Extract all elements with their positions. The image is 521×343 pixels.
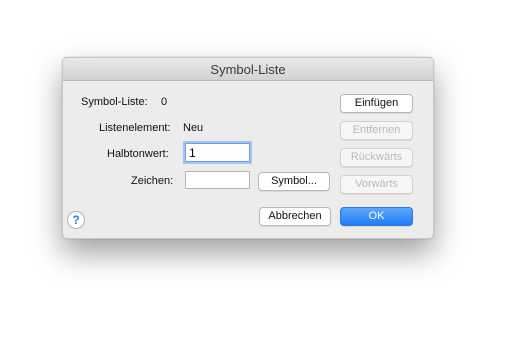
character-label: Zeichen: bbox=[131, 175, 174, 187]
forward-button[interactable]: Vorwärts bbox=[340, 175, 413, 194]
ok-button[interactable]: OK bbox=[340, 207, 413, 226]
backward-button[interactable]: Rückwärts bbox=[340, 148, 413, 167]
help-icon[interactable]: ? bbox=[67, 211, 85, 229]
halftone-label: Halbtonwert: bbox=[107, 148, 169, 160]
remove-button[interactable]: Entfernen bbox=[340, 121, 413, 140]
insert-button[interactable]: Einfügen bbox=[340, 94, 413, 113]
dialog-titlebar: Symbol-Liste bbox=[63, 58, 433, 81]
halftone-input[interactable] bbox=[185, 143, 250, 162]
cancel-button[interactable]: Abbrechen bbox=[259, 207, 331, 226]
dialog-title: Symbol-Liste bbox=[210, 62, 286, 77]
list-element-label: Listenelement: bbox=[99, 122, 171, 134]
symbol-button[interactable]: Symbol... bbox=[258, 172, 330, 191]
symbol-list-label: Symbol-Liste: bbox=[81, 96, 148, 108]
list-element-value: Neu bbox=[183, 122, 204, 134]
character-input[interactable] bbox=[185, 171, 250, 189]
symbol-list-dialog: Symbol-Liste Symbol-Liste: 0 Listeneleme… bbox=[62, 57, 434, 239]
symbol-list-count: 0 bbox=[161, 96, 168, 108]
